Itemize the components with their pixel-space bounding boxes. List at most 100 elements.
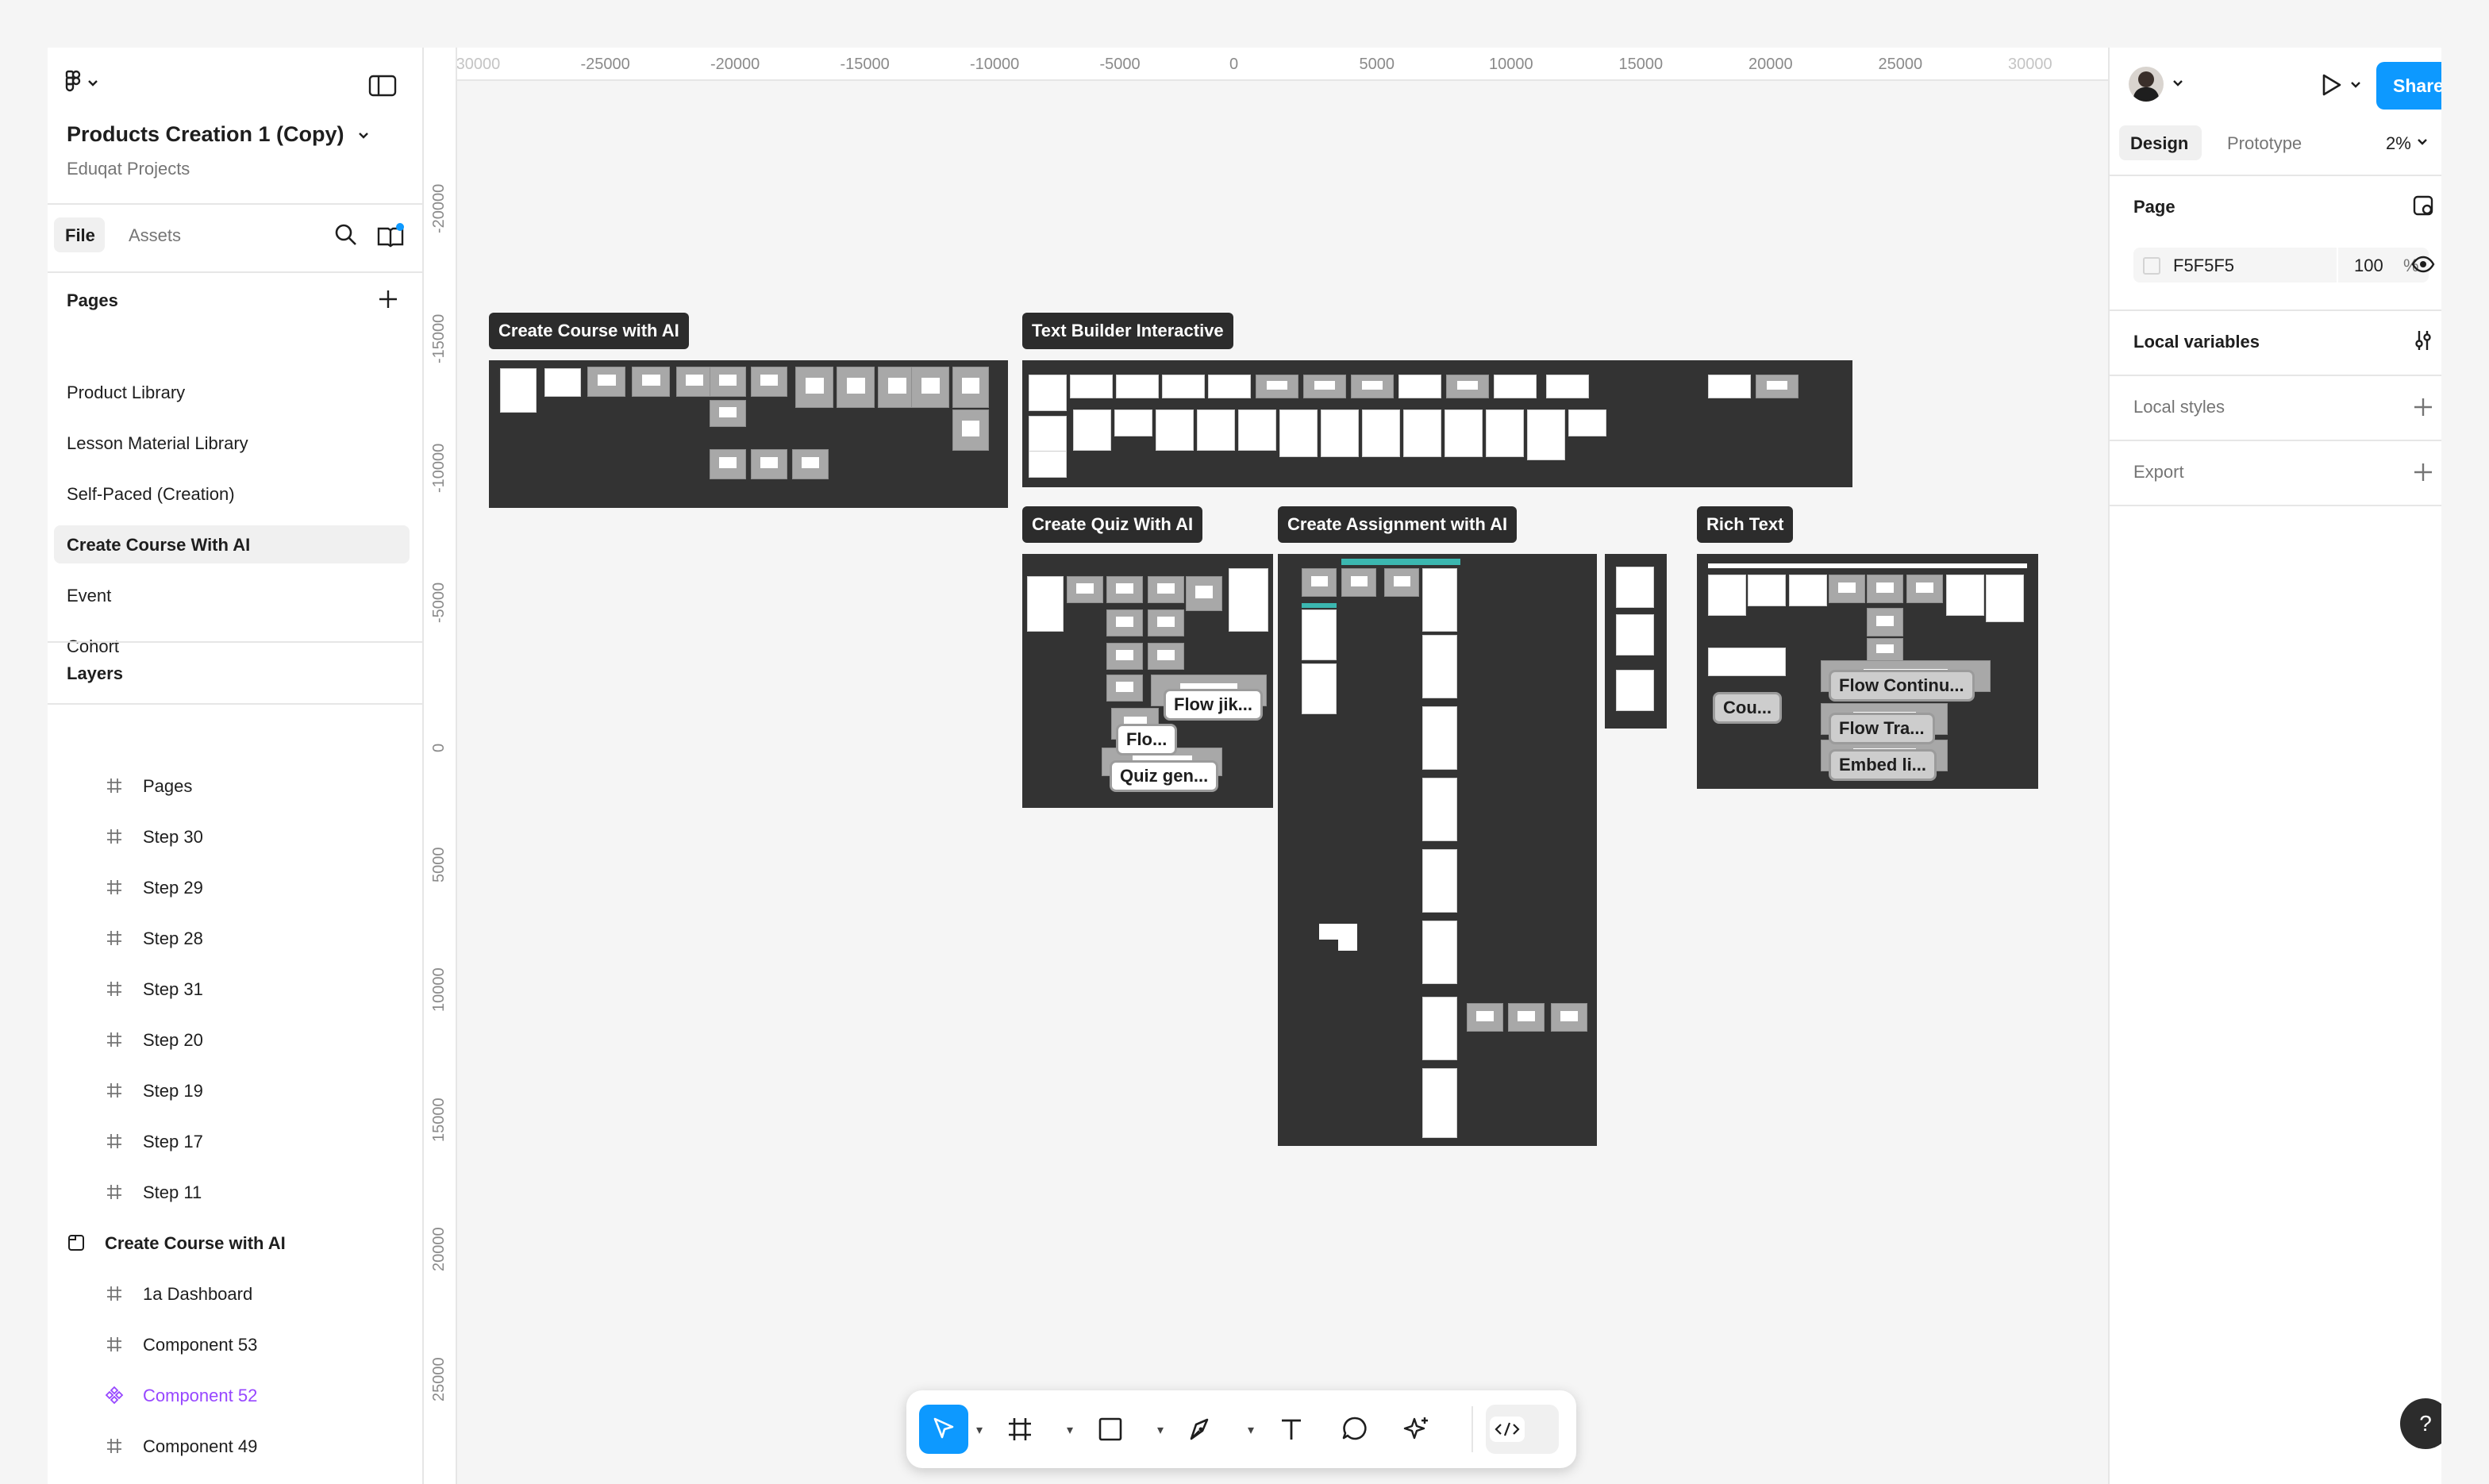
search-icon[interactable] (333, 222, 359, 248)
flow-label-quiz-gen[interactable]: Quiz gen... (1110, 760, 1219, 792)
layer-item[interactable]: Create Course with AI (48, 1224, 422, 1262)
layer-item[interactable]: Step 31 (48, 970, 422, 1008)
page-item[interactable]: Create Course With AI (54, 525, 410, 563)
text-tool-icon[interactable] (1267, 1405, 1316, 1454)
page-item[interactable]: Self-Paced (Creation) (54, 475, 410, 513)
flow-label-flow-continu[interactable]: Flow Continu... (1829, 670, 1975, 702)
section-unnamed[interactable] (1605, 554, 1667, 729)
add-page-icon[interactable] (376, 287, 400, 311)
section-label-create-course[interactable]: Create Course with AI (489, 313, 689, 349)
flow-label-cou[interactable]: Cou... (1713, 692, 1783, 724)
layer-item[interactable]: Step 19 (48, 1071, 422, 1109)
avatar[interactable] (2129, 67, 2164, 102)
frame-icon (105, 1030, 124, 1049)
layer-item[interactable]: Component 53 (48, 1325, 422, 1363)
layer-item[interactable]: Step 11 (48, 1173, 422, 1211)
tab-file[interactable]: File (54, 217, 105, 252)
flow-label-flo[interactable]: Flo... (1116, 724, 1178, 755)
tab-design[interactable]: Design (2119, 125, 2202, 160)
library-icon[interactable] (376, 222, 405, 248)
bg-color-value[interactable]: F5F5F5 (2173, 256, 2234, 276)
frame-icon (105, 1081, 124, 1100)
section-text-builder[interactable] (1022, 360, 1852, 487)
flow-label-flow-tra[interactable]: Flow Tra... (1829, 713, 1935, 744)
color-swatch[interactable] (2143, 257, 2160, 275)
zoom-level[interactable]: 2% (2386, 133, 2411, 154)
local-variables-label[interactable]: Local variables (2133, 332, 2260, 352)
layer-item-label: Step 31 (143, 979, 203, 999)
layer-item-label: 1a Dashboard (143, 1284, 253, 1304)
layer-item[interactable]: Step 30 (48, 817, 422, 855)
flow-label-flow-jik[interactable]: Flow jik... (1164, 689, 1264, 721)
layer-item[interactable]: Step 17 (48, 1122, 422, 1160)
help-button[interactable]: ? (2400, 1398, 2441, 1449)
section-label-create-quiz[interactable]: Create Quiz With AI (1022, 506, 1203, 543)
rectangle-tool-icon[interactable] (1086, 1405, 1135, 1454)
pen-tool-icon[interactable] (1176, 1405, 1225, 1454)
comment-tool-icon[interactable] (1330, 1405, 1379, 1454)
layer-item[interactable]: Component 52 (48, 1376, 422, 1414)
zoom-chevron-down-icon[interactable] (2414, 136, 2430, 148)
local-styles-label[interactable]: Local styles (2133, 397, 2225, 417)
layer-item[interactable]: Step 29 (48, 868, 422, 906)
section-icon (67, 1233, 86, 1252)
pages-heading: Pages (67, 290, 118, 310)
page-item[interactable]: Product Library (54, 373, 410, 411)
file-title[interactable]: Products Creation 1 (Copy) (67, 122, 344, 147)
layer-item[interactable]: Component 49 (48, 1427, 422, 1465)
tab-assets[interactable]: Assets (129, 225, 181, 246)
layer-item[interactable]: Step 55 (48, 1478, 422, 1484)
shape-tool-caret-icon[interactable]: ▾ (1157, 1422, 1164, 1438)
layer-item[interactable]: Pages (48, 767, 422, 805)
section-label-create-assignment[interactable]: Create Assignment with AI (1278, 506, 1518, 543)
share-button[interactable]: Share (2376, 62, 2441, 110)
present-play-icon[interactable] (2318, 71, 2345, 98)
page-item[interactable]: Cohort (54, 627, 410, 665)
layer-item-label: Step 17 (143, 1132, 203, 1151)
ruler-x-label: 5000 (1359, 56, 1395, 73)
ruler-x-label: -15000 (840, 56, 890, 73)
bg-opacity-value[interactable]: 100 (2354, 256, 2383, 276)
frame-tool-caret-icon[interactable]: ▾ (1067, 1422, 1073, 1438)
variables-icon[interactable] (2411, 329, 2435, 352)
page-item[interactable]: Event (54, 576, 410, 614)
canvas[interactable]: -30000 -25000 -20000 -15000 -10000 -5000 0 5000… (424, 48, 2108, 1484)
present-chevron-down-icon[interactable] (2348, 79, 2364, 90)
frame-icon (105, 1335, 124, 1354)
move-tool-caret-icon[interactable]: ▾ (976, 1422, 983, 1438)
toggle-sidebar-icon[interactable] (368, 75, 397, 97)
ruler-top: -30000 -25000 -20000 -15000 -10000 -5000 0 5000… (424, 48, 2108, 81)
frame-icon (105, 1436, 124, 1455)
layer-item[interactable]: 1a Dashboard (48, 1274, 422, 1313)
layer-item[interactable]: Step 20 (48, 1021, 422, 1059)
chevron-down-icon[interactable] (356, 130, 371, 141)
visibility-eye-icon[interactable] (2411, 252, 2435, 276)
pen-tool-caret-icon[interactable]: ▾ (1248, 1422, 1254, 1438)
flow-label-embed-li[interactable]: Embed li... (1829, 749, 1937, 781)
page-item[interactable]: Lesson Material Library (54, 424, 410, 462)
add-export-icon[interactable] (2411, 460, 2435, 484)
page-background-field[interactable]: F5F5F5 100 % (2133, 248, 2429, 283)
section-create-assignment[interactable] (1278, 554, 1597, 1146)
export-label[interactable]: Export (2133, 462, 2184, 482)
dev-mode-toggle-icon[interactable] (1486, 1405, 1559, 1454)
layer-item-label: Step 30 (143, 827, 203, 847)
figma-menu-icon[interactable] (65, 70, 103, 95)
section-rich-text[interactable]: Cou... Flow Continu... Flow Tra... Embed… (1697, 554, 2038, 789)
layer-item[interactable]: Step 28 (48, 919, 422, 957)
frame-tool-icon[interactable] (995, 1405, 1044, 1454)
section-create-course[interactable] (489, 360, 1008, 508)
section-create-quiz[interactable]: Flow jik... Flo... Quiz gen... (1022, 554, 1273, 808)
section-label-text-builder[interactable]: Text Builder Interactive (1022, 313, 1233, 349)
ai-actions-icon[interactable] (1392, 1405, 1441, 1454)
page-settings-icon[interactable] (2411, 194, 2435, 217)
layer-item-label: Pages (143, 776, 193, 796)
ruler-x-label: -5000 (1099, 56, 1141, 73)
project-name[interactable]: Eduqat Projects (67, 159, 190, 179)
move-tool-icon[interactable] (919, 1405, 968, 1454)
tab-prototype[interactable]: Prototype (2227, 133, 2302, 154)
layer-item-label: Create Course with AI (105, 1233, 286, 1253)
avatar-chevron-down-icon[interactable] (2170, 78, 2186, 89)
section-label-rich-text[interactable]: Rich Text (1697, 506, 1794, 543)
add-style-icon[interactable] (2411, 395, 2435, 419)
